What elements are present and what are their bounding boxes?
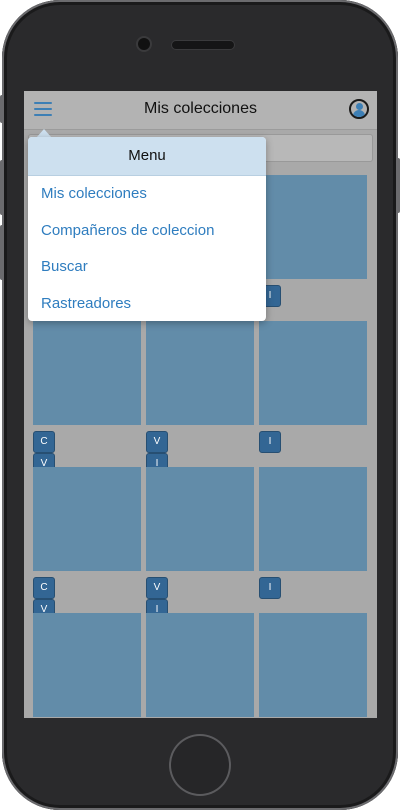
menu-title: Menu bbox=[28, 137, 266, 176]
mute-switch bbox=[0, 95, 4, 123]
top-bar: Mis colecciones bbox=[24, 91, 377, 130]
tile-tag-group: CVI bbox=[33, 431, 58, 497]
app-screen: Mis colecciones ICVIVIICVIVII Menu Mis c… bbox=[24, 91, 377, 718]
tile-tag-i[interactable]: I bbox=[259, 431, 281, 453]
tile-tag-c[interactable]: C bbox=[33, 431, 55, 453]
page-title: Mis colecciones bbox=[144, 100, 257, 117]
collection-tile[interactable] bbox=[259, 613, 367, 717]
phone-frame: Mis colecciones ICVIVIICVIVII Menu Mis c… bbox=[0, 0, 400, 810]
menu-item-companeros[interactable]: Compañeros de coleccion bbox=[28, 213, 266, 250]
collection-tile[interactable] bbox=[146, 613, 254, 717]
navigation-menu: Menu Mis colecciones Compañeros de colec… bbox=[28, 137, 266, 321]
collection-tile[interactable] bbox=[259, 321, 367, 425]
tile-tag-v[interactable]: V bbox=[146, 577, 168, 599]
tile-tag-group: VI bbox=[146, 431, 171, 475]
tile-tag-group: I bbox=[259, 431, 284, 453]
collection-tile[interactable] bbox=[33, 613, 141, 717]
tile-tag-group: VI bbox=[146, 577, 171, 621]
collection-tile[interactable] bbox=[259, 175, 367, 279]
user-profile-icon[interactable] bbox=[349, 99, 369, 119]
collection-tile[interactable] bbox=[146, 321, 254, 425]
tile-tag-i[interactable]: I bbox=[259, 577, 281, 599]
collection-tile[interactable] bbox=[146, 467, 254, 571]
home-button[interactable] bbox=[171, 736, 229, 794]
earpiece-speaker bbox=[172, 41, 234, 49]
collection-tile[interactable] bbox=[259, 467, 367, 571]
tile-tag-v[interactable]: V bbox=[146, 431, 168, 453]
tile-tag-group: I bbox=[259, 577, 284, 599]
front-camera bbox=[138, 38, 150, 50]
tile-tag-group: CVI bbox=[33, 577, 58, 643]
tile-tag-c[interactable]: C bbox=[33, 577, 55, 599]
collection-tile[interactable] bbox=[33, 321, 141, 425]
volume-down-button bbox=[0, 225, 4, 280]
collection-tile[interactable] bbox=[33, 467, 141, 571]
power-button bbox=[396, 158, 400, 213]
menu-item-buscar[interactable]: Buscar bbox=[28, 249, 266, 286]
menu-item-mis-colecciones[interactable]: Mis colecciones bbox=[28, 176, 266, 213]
menu-item-rastreadores[interactable]: Rastreadores bbox=[28, 286, 266, 322]
volume-up-button bbox=[0, 160, 4, 215]
